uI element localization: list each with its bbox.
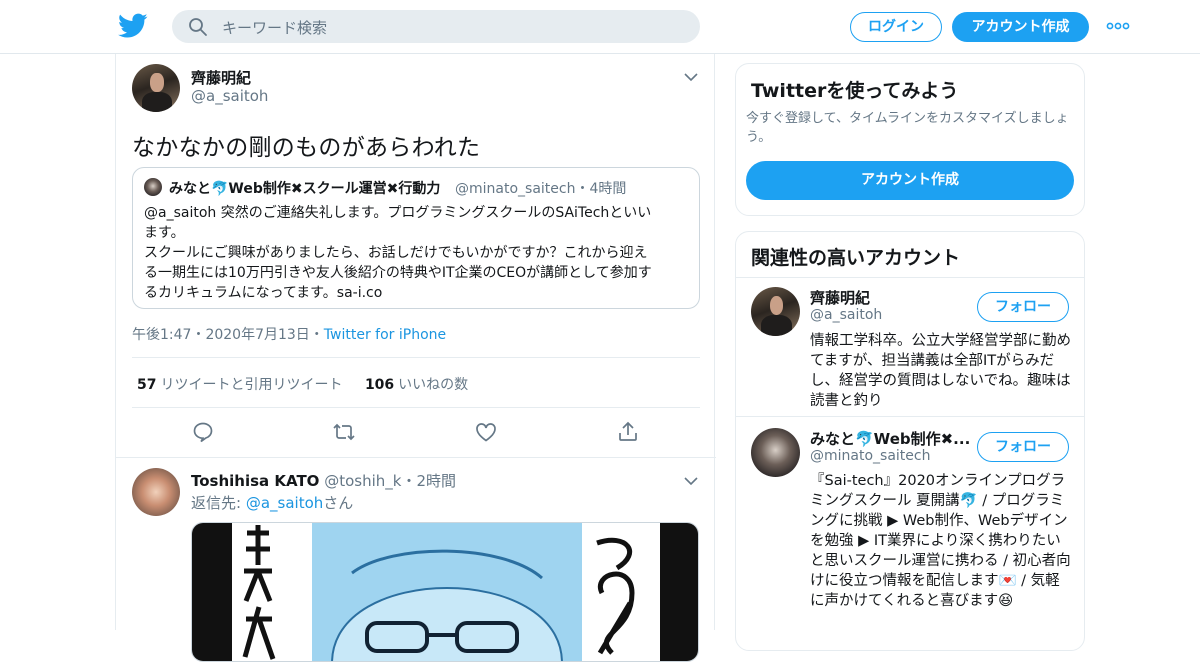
signup-promo-button[interactable]: アカウント作成 xyxy=(746,161,1074,200)
divider xyxy=(132,357,700,358)
search-input[interactable]: キーワード検索 xyxy=(222,17,327,38)
signup-promo-title: Twitterを使ってみよう xyxy=(751,80,959,102)
retweet-icon[interactable] xyxy=(332,420,356,444)
reply-tweet[interactable]: Toshihisa KATO @toshih_k・2時間 返信先: @a_sai… xyxy=(116,457,716,662)
divider xyxy=(736,416,1084,417)
quoted-author-name: みなと🐬Web制作✖スクール運営✖行動力 xyxy=(169,181,441,197)
signup-promo-subtitle: 今すぐ登録して、タイムラインをカスタマイズしましょう。 xyxy=(746,111,1069,145)
login-button[interactable]: ログイン xyxy=(850,12,942,42)
account-name[interactable]: 齊藤明紀 xyxy=(810,287,870,308)
top-navigation-bar: キーワード検索 ログイン アカウント作成 xyxy=(0,0,1200,54)
likes-stat[interactable]: 106 いいねの数 xyxy=(365,377,468,393)
quoted-line: る一期生には10万円引きや友人後紹介の特典やIT企業のCEOが講師として参加す xyxy=(144,265,652,281)
quoted-author-handle: @minato_saitech・4時間 xyxy=(455,181,627,197)
reply-icon[interactable] xyxy=(191,420,215,444)
tweet-author-name[interactable]: 齊藤明紀 xyxy=(191,67,251,88)
search-icon xyxy=(189,18,207,36)
account-bio: 『Sai-tech』2020オンラインプログラミングスクール 夏開講🐬 / プロ… xyxy=(810,473,1071,609)
divider xyxy=(736,277,1084,278)
reply-author-name[interactable]: Toshihisa KATO xyxy=(191,472,319,490)
avatar[interactable] xyxy=(132,468,180,516)
account-handle[interactable]: @a_saitoh xyxy=(810,307,882,323)
reply-to-link[interactable]: @a_saitoh xyxy=(246,494,323,512)
account-bio: 情報工学科卒。公立大学経営学部に勤めてますが、担当講義は全部ITがらみだし、経営… xyxy=(810,333,1071,409)
tweet-author-handle[interactable]: @a_saitoh xyxy=(191,87,268,105)
reply-author[interactable]: Toshihisa KATO @toshih_k・2時間 xyxy=(191,470,456,491)
manga-image xyxy=(192,523,698,661)
avatar[interactable] xyxy=(132,64,180,112)
quoted-tweet[interactable]: みなと🐬Web制作✖スクール運営✖行動力 @minato_saitech・4時間… xyxy=(132,167,700,309)
chevron-down-icon[interactable] xyxy=(684,476,698,486)
reply-media-image[interactable] xyxy=(191,522,699,662)
tweet-stats: 57 リツイートと引用リツイート 106 いいねの数 xyxy=(137,374,468,394)
main-timeline: 齊藤明紀 @a_saitoh なかなかの剛のものがあらわれた みなと🐬Web制作… xyxy=(115,54,716,662)
quoted-tweet-text: @a_saitoh 突然のご連絡失礼します。プログラミングスクールのSAiTec… xyxy=(144,203,692,303)
reply-to-line: 返信先: @a_saitohさん xyxy=(191,494,354,512)
account-name[interactable]: みなと🐬Web制作✖... xyxy=(810,428,970,449)
signup-button[interactable]: アカウント作成 xyxy=(952,12,1089,42)
retweets-stat[interactable]: 57 リツイートと引用リツイート xyxy=(137,377,342,393)
tweet-text: なかなかの剛のものがあらわれた xyxy=(132,135,481,161)
tweet-meta: 午後1:47・2020年7月13日・Twitter for iPhone xyxy=(132,324,446,344)
quoted-line: るカリキュラムになってます。sa-i.co xyxy=(144,285,383,301)
signup-promo-card: Twitterを使ってみよう 今すぐ登録して、タイムラインをカスタマイズしましょ… xyxy=(735,63,1085,216)
follow-button[interactable]: フォロー xyxy=(977,432,1069,462)
divider xyxy=(132,407,700,408)
more-icon[interactable] xyxy=(1106,20,1130,32)
quoted-line: @a_saitoh 突然のご連絡失礼します。プログラミングスクールのSAiTec… xyxy=(144,205,652,221)
related-accounts-card: 関連性の高いアカウント 齊藤明紀 @a_saitoh フォロー 情報工学科卒。公… xyxy=(735,231,1085,651)
share-icon[interactable] xyxy=(616,420,640,444)
avatar[interactable] xyxy=(751,428,800,477)
twitter-bird-icon[interactable] xyxy=(118,13,148,39)
avatar[interactable] xyxy=(751,287,800,336)
tweet-timestamp[interactable]: 午後1:47・2020年7月13日・ xyxy=(132,327,324,343)
quoted-avatar xyxy=(144,178,162,196)
account-handle[interactable]: @minato_saitech xyxy=(810,448,930,464)
quoted-line: ます。 xyxy=(144,225,185,241)
reply-author-handle[interactable]: @toshih_k・2時間 xyxy=(324,472,456,490)
related-accounts-title: 関連性の高いアカウント xyxy=(751,247,961,269)
follow-button[interactable]: フォロー xyxy=(977,292,1069,322)
search-bar[interactable]: キーワード検索 xyxy=(172,10,700,43)
chevron-down-icon[interactable] xyxy=(684,72,698,82)
quoted-line: スクールにご興味がありましたら、お話しだけでもいかがですか？これから迎え xyxy=(144,245,648,261)
tweet-source-link[interactable]: Twitter for iPhone xyxy=(324,327,446,343)
heart-icon[interactable] xyxy=(474,420,498,444)
